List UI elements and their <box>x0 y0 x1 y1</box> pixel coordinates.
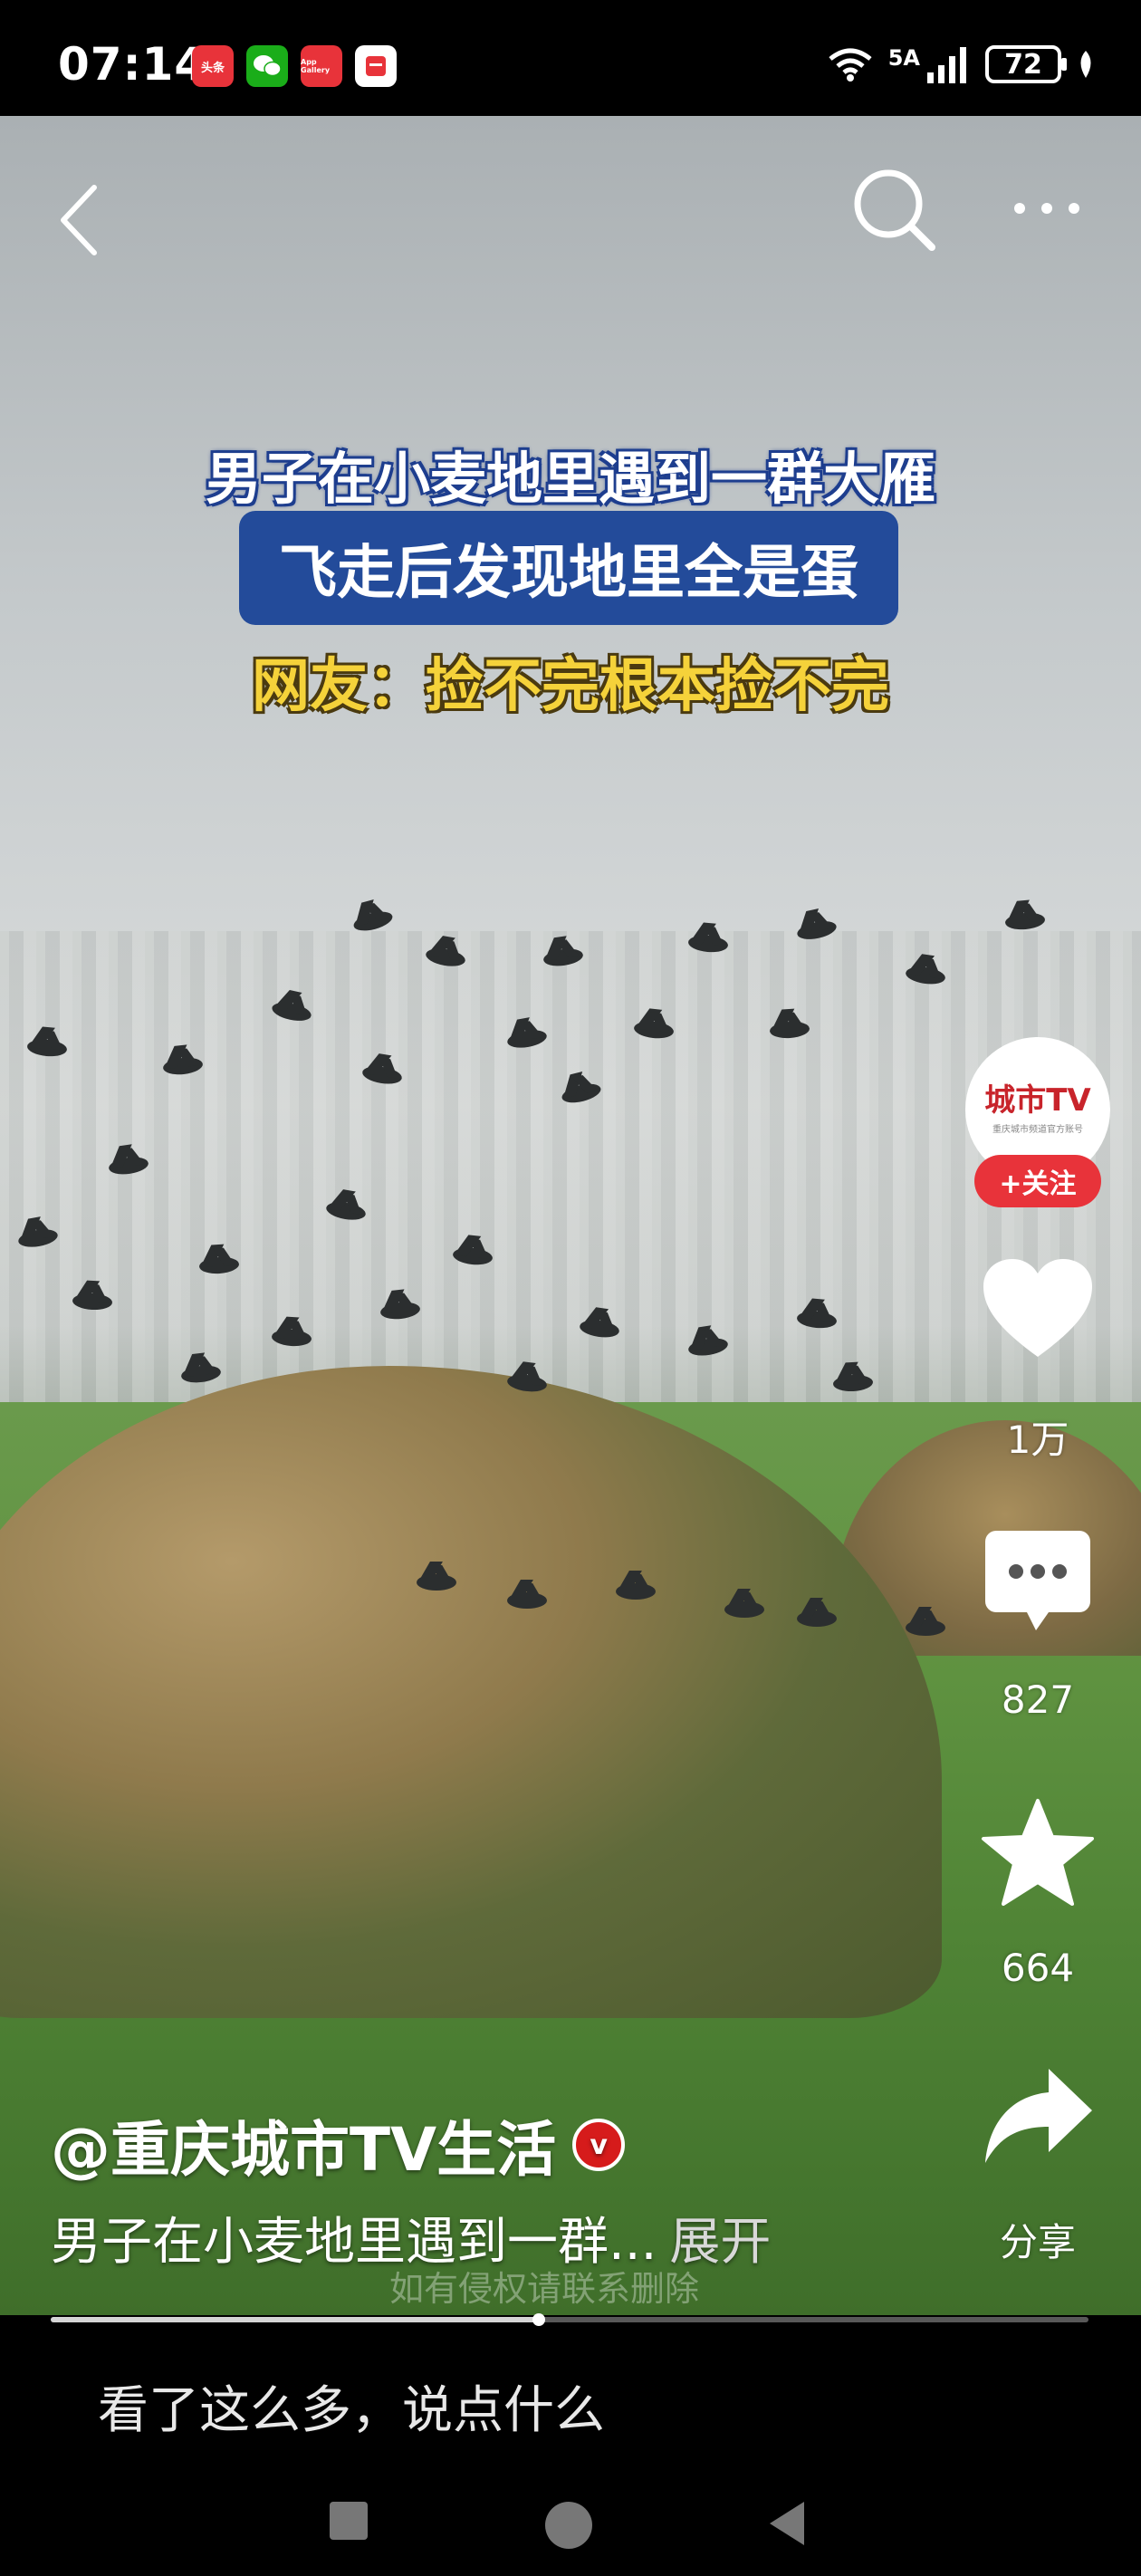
notes-icon <box>355 45 397 87</box>
channel-logo-subtitle: 重庆城市频道官方账号 <box>992 1124 1083 1135</box>
share-button[interactable] <box>974 2058 1101 2176</box>
status-bar: 07:14 头条 App Gallery 5A 72 <box>0 0 1141 116</box>
toutiao-icon: 头条 <box>192 45 234 87</box>
recent-apps-button[interactable] <box>328 2500 369 2542</box>
home-button[interactable] <box>543 2500 594 2551</box>
battery-indicator: 72 <box>985 45 1067 83</box>
star-icon <box>982 1799 1094 1906</box>
app-gallery-icon: App Gallery <box>301 45 342 87</box>
video-caption-line2: 飞走后发现地里全是蛋 <box>239 511 898 625</box>
video-watermark: 如有侵权请联系删除 <box>389 2269 700 2309</box>
favorite-button[interactable] <box>974 1793 1101 1911</box>
progress-knob[interactable] <box>532 2313 545 2326</box>
channel-logo: 城市TV <box>984 1081 1091 1119</box>
back-button[interactable] <box>42 170 114 270</box>
status-right: 5A 72 <box>827 45 1096 83</box>
leaf-icon <box>1080 51 1091 78</box>
share-arrow-icon <box>985 2069 1092 2163</box>
author-name[interactable]: @重庆城市TV生活 <box>51 2101 556 2188</box>
signal-icon <box>927 47 966 83</box>
comment-bar[interactable]: 看了这么多，说点什么 <box>0 2328 1141 2464</box>
wechat-icon <box>246 45 288 87</box>
video-caption-line1: 男子在小麦地里遇到一群大雁 <box>205 446 935 512</box>
follow-button[interactable]: +关注 <box>974 1155 1101 1207</box>
comment-input[interactable]: 看了这么多，说点什么 <box>98 2369 605 2443</box>
video-progress-bar[interactable] <box>51 2313 1088 2326</box>
like-button[interactable] <box>974 1250 1101 1368</box>
search-icon <box>854 169 935 251</box>
circle-icon <box>545 2502 592 2549</box>
square-icon <box>330 2502 368 2540</box>
author-row[interactable]: @重庆城市TV生活 v <box>51 2101 626 2188</box>
verified-badge: v <box>572 2119 626 2171</box>
more-dots-icon <box>1014 203 1079 214</box>
comment-button[interactable] <box>974 1522 1101 1639</box>
share-label: 分享 <box>999 2220 1076 2264</box>
comment-count: 827 <box>1001 1677 1075 1722</box>
triangle-back-icon <box>770 2502 804 2545</box>
system-nav-bar <box>0 2464 1141 2576</box>
like-count: 1万 <box>1006 1418 1069 1462</box>
chevron-left-icon <box>61 185 97 255</box>
network-type: 5A <box>887 45 920 71</box>
search-button[interactable] <box>844 159 944 259</box>
favorite-count: 664 <box>1001 1946 1075 1990</box>
video-caption-line3: 网友：捡不完根本捡不完 <box>252 653 889 720</box>
back-nav-button[interactable] <box>766 2500 808 2547</box>
more-options-button[interactable] <box>1002 181 1092 235</box>
wifi-icon <box>829 48 872 82</box>
comment-bubble-icon <box>985 1531 1090 1630</box>
progress-fill <box>51 2317 539 2322</box>
heart-icon <box>983 1259 1092 1357</box>
status-time: 07:14 <box>58 38 207 91</box>
